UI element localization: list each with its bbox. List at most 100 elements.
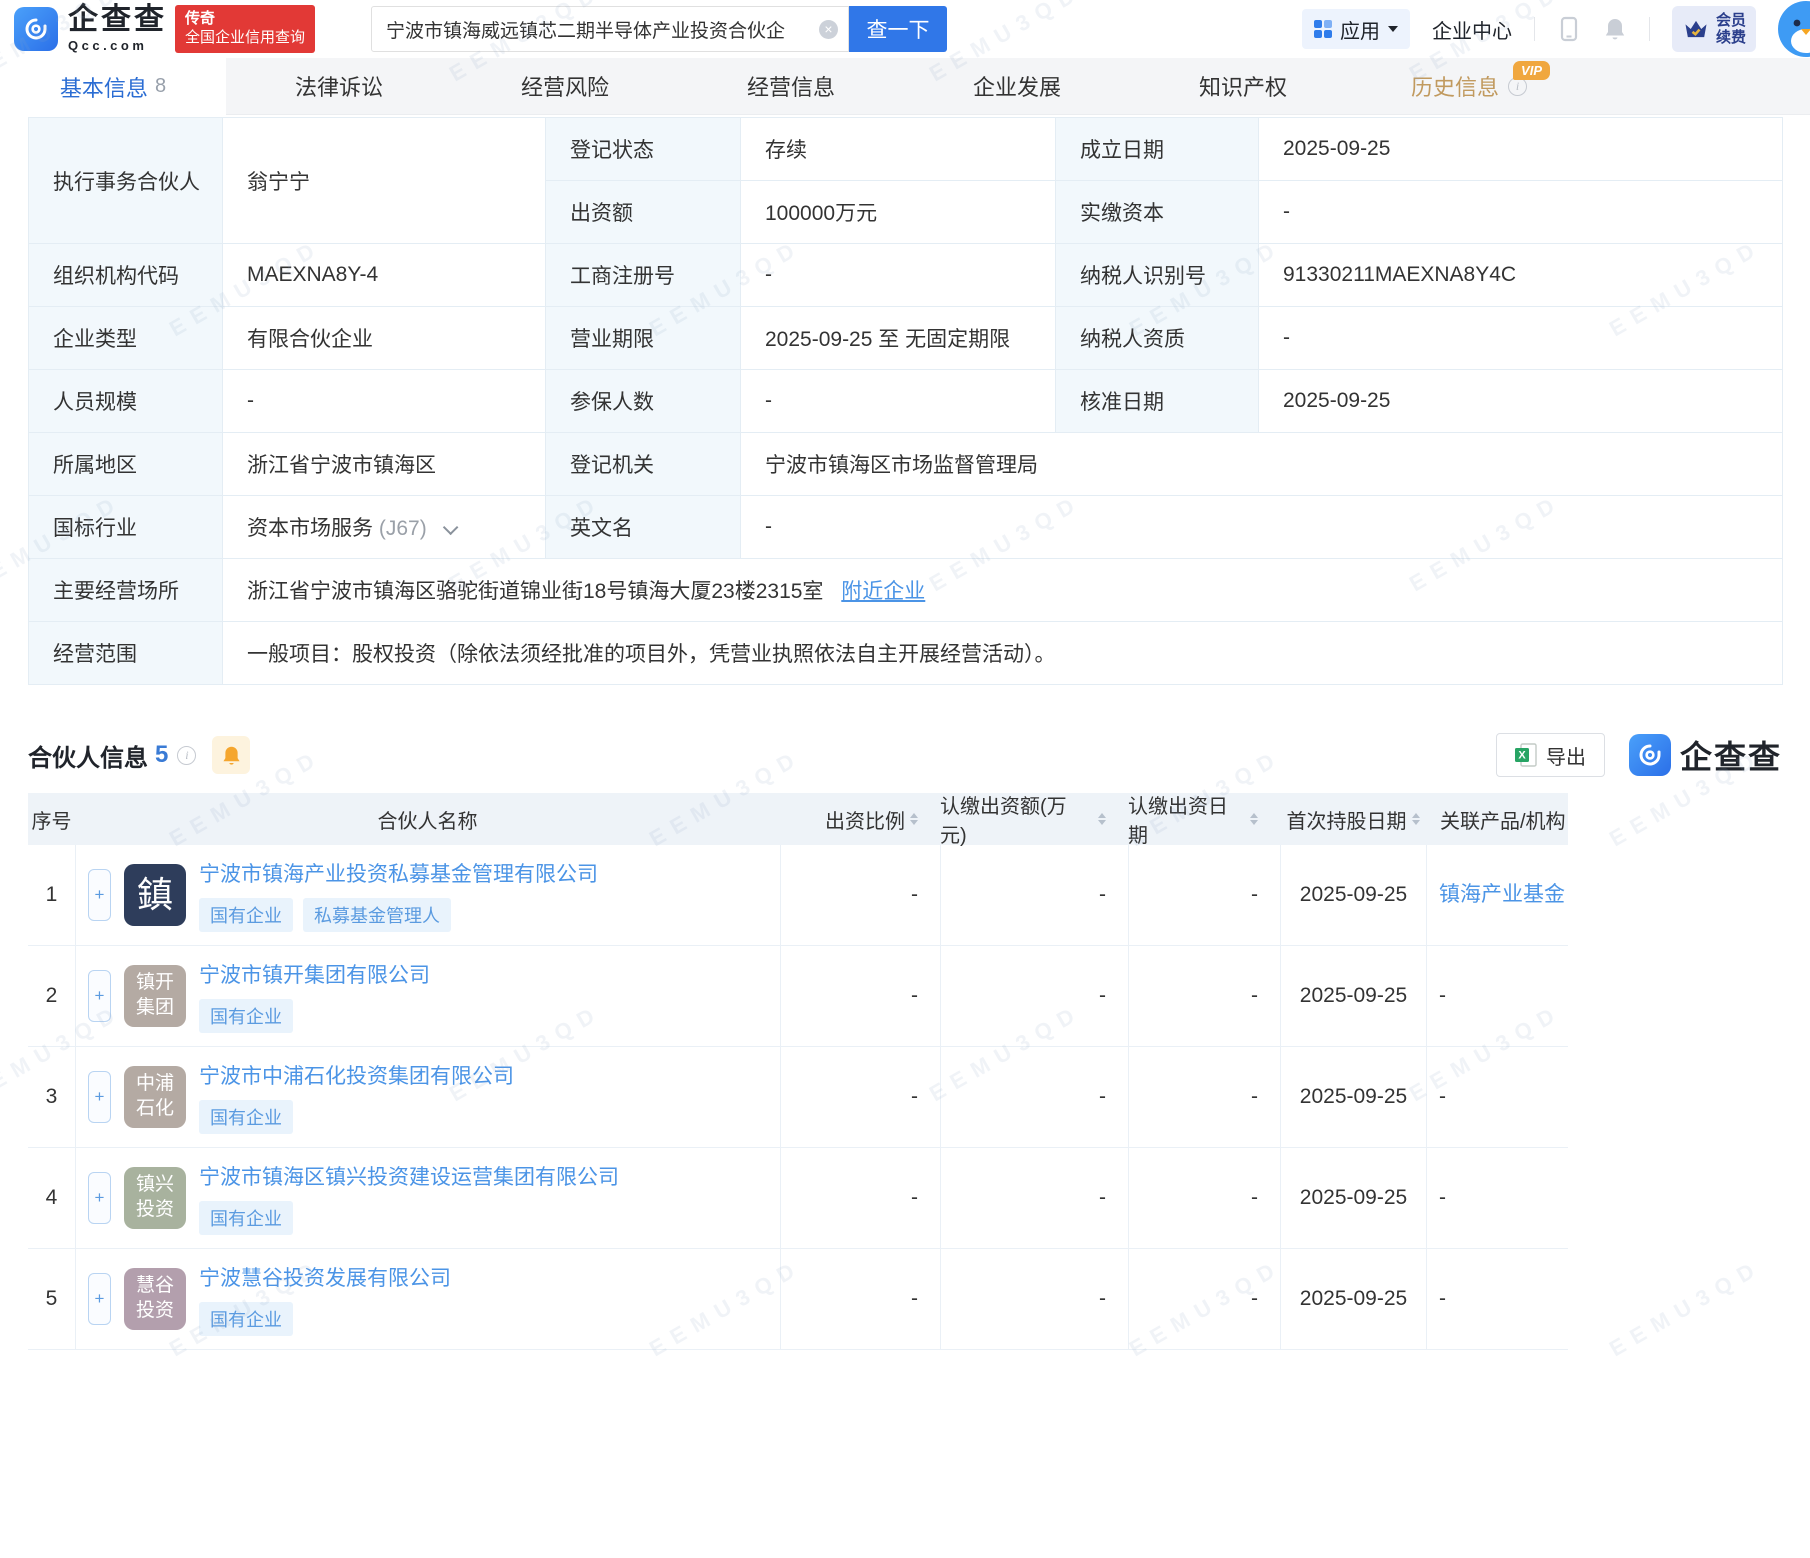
tab-count: 8 <box>154 75 167 97</box>
member-renew-button[interactable]: 会员 续费 <box>1671 6 1756 52</box>
related-value: - <box>1426 1047 1568 1147</box>
clear-search-icon[interactable]: × <box>819 19 839 39</box>
column-header-subscribe-date-sort[interactable]: 认缴出资日期 <box>1128 793 1280 847</box>
column-header-ratio-sort[interactable]: 出资比例 <box>780 793 940 845</box>
tab-label: 基本信息 <box>59 75 148 101</box>
partner-name-link[interactable]: 宁波慧谷投资发展有限公司 <box>199 1262 451 1292</box>
first-hold-date-value: 2025-09-25 <box>1280 845 1426 945</box>
tag-state-owned: 国有企业 <box>199 1302 293 1336</box>
expand-row-button[interactable]: + <box>88 970 111 1022</box>
table-row: 1 + 鎮 宁波市镇海产业投资私募基金管理有限公司 国有企业 私募基金管理人 -… <box>28 845 1568 946</box>
field-label: 出资额 <box>545 180 741 244</box>
caret-down-icon <box>1387 26 1398 32</box>
subscribe-date-value: - <box>1128 946 1280 1046</box>
first-hold-date-value: 2025-09-25 <box>1280 1148 1426 1248</box>
page: EEMU3QD EEMU3QD EEMU3QD EEMU3QD EEMU3QD EEMU3… <box>0 0 1810 1558</box>
bell-icon <box>223 746 240 765</box>
ratio-value: - <box>780 1249 940 1349</box>
column-header-first-hold-date-sort[interactable]: 首次持股日期 <box>1280 793 1426 845</box>
expand-row-button[interactable]: + <box>88 1071 111 1123</box>
tag-fund-manager: 私募基金管理人 <box>303 898 451 932</box>
info-icon[interactable]: i <box>177 745 197 765</box>
column-header-partner-name: 合伙人名称 <box>377 810 478 833</box>
member-renew-label: 会员 续费 <box>1715 11 1746 46</box>
field-label: 组织机构代码 <box>28 243 223 307</box>
subscribe-date-value: - <box>1128 1047 1280 1147</box>
search-input[interactable] <box>372 18 816 40</box>
tab-operating-risk[interactable]: 经营风险 <box>452 58 678 114</box>
section-count: 5 <box>155 741 169 768</box>
search-bar: × 查一下 <box>371 6 948 52</box>
partner-name-link[interactable]: 宁波市中浦石化投资集团有限公司 <box>199 1060 514 1090</box>
expand-row-button[interactable]: + <box>88 1273 111 1325</box>
expand-row-button[interactable]: + <box>88 869 111 921</box>
field-value: 宁波市镇海区市场监督管理局 <box>740 432 1783 496</box>
tab-label: 历史信息 <box>1410 75 1499 100</box>
nearby-companies-link[interactable]: 附近企业 <box>841 580 925 603</box>
field-label: 经营范围 <box>28 621 223 685</box>
amount-value: - <box>940 1249 1128 1349</box>
partner-name-link[interactable]: 宁波市镇海区镇兴投资建设运营集团有限公司 <box>199 1161 619 1191</box>
field-value: - <box>740 369 1056 433</box>
divider <box>1648 17 1650 41</box>
main-content: 执行事务合伙人 翁宁宁 登记状态 存续 成立日期 2025-09-25 出资额 … <box>0 117 1810 1350</box>
basic-info-table: 执行事务合伙人 翁宁宁 登记状态 存续 成立日期 2025-09-25 出资额 … <box>28 117 1783 685</box>
crown-icon <box>1685 20 1707 38</box>
column-header-amount-sort[interactable]: 认缴出资额(万元) <box>940 793 1128 847</box>
subscribe-date-value: - <box>1128 1148 1280 1248</box>
partner-name-link[interactable]: 宁波市镇开集团有限公司 <box>199 959 430 989</box>
related-fund-link[interactable]: 镇海产业基金 <box>1439 876 1565 914</box>
field-value: 2025-09-25 至 无固定期限 <box>740 306 1056 370</box>
export-button[interactable]: X 导出 <box>1495 733 1605 777</box>
sort-icon <box>910 813 918 825</box>
enterprise-center-link[interactable]: 企业中心 <box>1432 15 1512 44</box>
field-value: 2025-09-25 <box>1258 369 1783 433</box>
field-value: - <box>1258 306 1783 370</box>
tag-state-owned: 国有企业 <box>199 898 293 932</box>
subscribe-bell-button[interactable] <box>212 736 251 774</box>
apps-menu-button[interactable]: 应用 <box>1301 9 1410 49</box>
qcc-brand-watermark: 企查查 <box>1628 732 1782 778</box>
qcc-logo[interactable]: 企查查 Qcc.com <box>14 5 167 53</box>
row-index: 4 <box>45 1186 58 1209</box>
field-label: 人员规模 <box>28 369 223 433</box>
amount-value: - <box>940 1047 1128 1147</box>
field-value: 一般项目：股权投资（除依法须经批准的项目外，凭营业执照依法自主开展经营活动）。 <box>222 621 1783 685</box>
row-index: 5 <box>45 1287 58 1310</box>
subscribe-date-value: - <box>1128 1249 1280 1349</box>
field-label: 纳税人资质 <box>1055 306 1259 370</box>
tab-enterprise-development[interactable]: 企业发展 <box>904 58 1130 114</box>
ratio-value: - <box>780 1047 940 1147</box>
partner-logo: 镇开集团 <box>124 965 186 1027</box>
sort-icon <box>1411 813 1420 825</box>
expand-row-button[interactable]: + <box>88 1172 111 1224</box>
ribbon-line1: 传奇 <box>185 10 216 28</box>
partners-table-header: 序号 合伙人名称 出资比例 认缴出资额(万元) 认缴出资日期 首次持股日期 关联… <box>28 793 1568 847</box>
field-value: - <box>740 243 1056 307</box>
column-header-related: 关联产品/机构 <box>1440 810 1566 833</box>
tab-intellectual-property[interactable]: 知识产权 <box>1130 58 1356 114</box>
field-label: 核准日期 <box>1055 369 1259 433</box>
tab-history-info[interactable]: 历史信息 VIP i <box>1356 58 1582 114</box>
tab-operating-info[interactable]: 经营信息 <box>678 58 904 114</box>
field-label: 登记机关 <box>545 432 741 496</box>
ratio-value: - <box>780 845 940 945</box>
mobile-app-icon[interactable] <box>1557 16 1581 42</box>
column-header-no: 序号 <box>31 810 72 833</box>
partner-name-link[interactable]: 宁波市镇海产业投资私募基金管理有限公司 <box>199 858 598 888</box>
search-button[interactable]: 查一下 <box>849 6 948 52</box>
field-value: 存续 <box>740 117 1056 181</box>
field-value: 100000万元 <box>740 180 1056 244</box>
field-value: 浙江省宁波市镇海区骆驼街道锦业街18号镇海大厦23楼2315室 附近企业 <box>222 558 1783 622</box>
first-hold-date-value: 2025-09-25 <box>1280 1249 1426 1349</box>
tab-legal-litigation[interactable]: 法律诉讼 <box>226 58 452 114</box>
user-avatar[interactable] <box>1778 1 1810 57</box>
field-label: 企业类型 <box>28 306 223 370</box>
subscribe-date-value: - <box>1128 845 1280 945</box>
table-row: 4 + 镇兴投资 宁波市镇海区镇兴投资建设运营集团有限公司 国有企业 - - -… <box>28 1148 1568 1249</box>
chevron-down-icon[interactable] <box>442 519 458 536</box>
notifications-bell-icon[interactable] <box>1603 16 1627 42</box>
field-label: 纳税人识别号 <box>1055 243 1259 307</box>
tab-basic-info[interactable]: 基本信息 8 <box>0 58 226 115</box>
section-title: 合伙人信息 <box>28 744 148 772</box>
